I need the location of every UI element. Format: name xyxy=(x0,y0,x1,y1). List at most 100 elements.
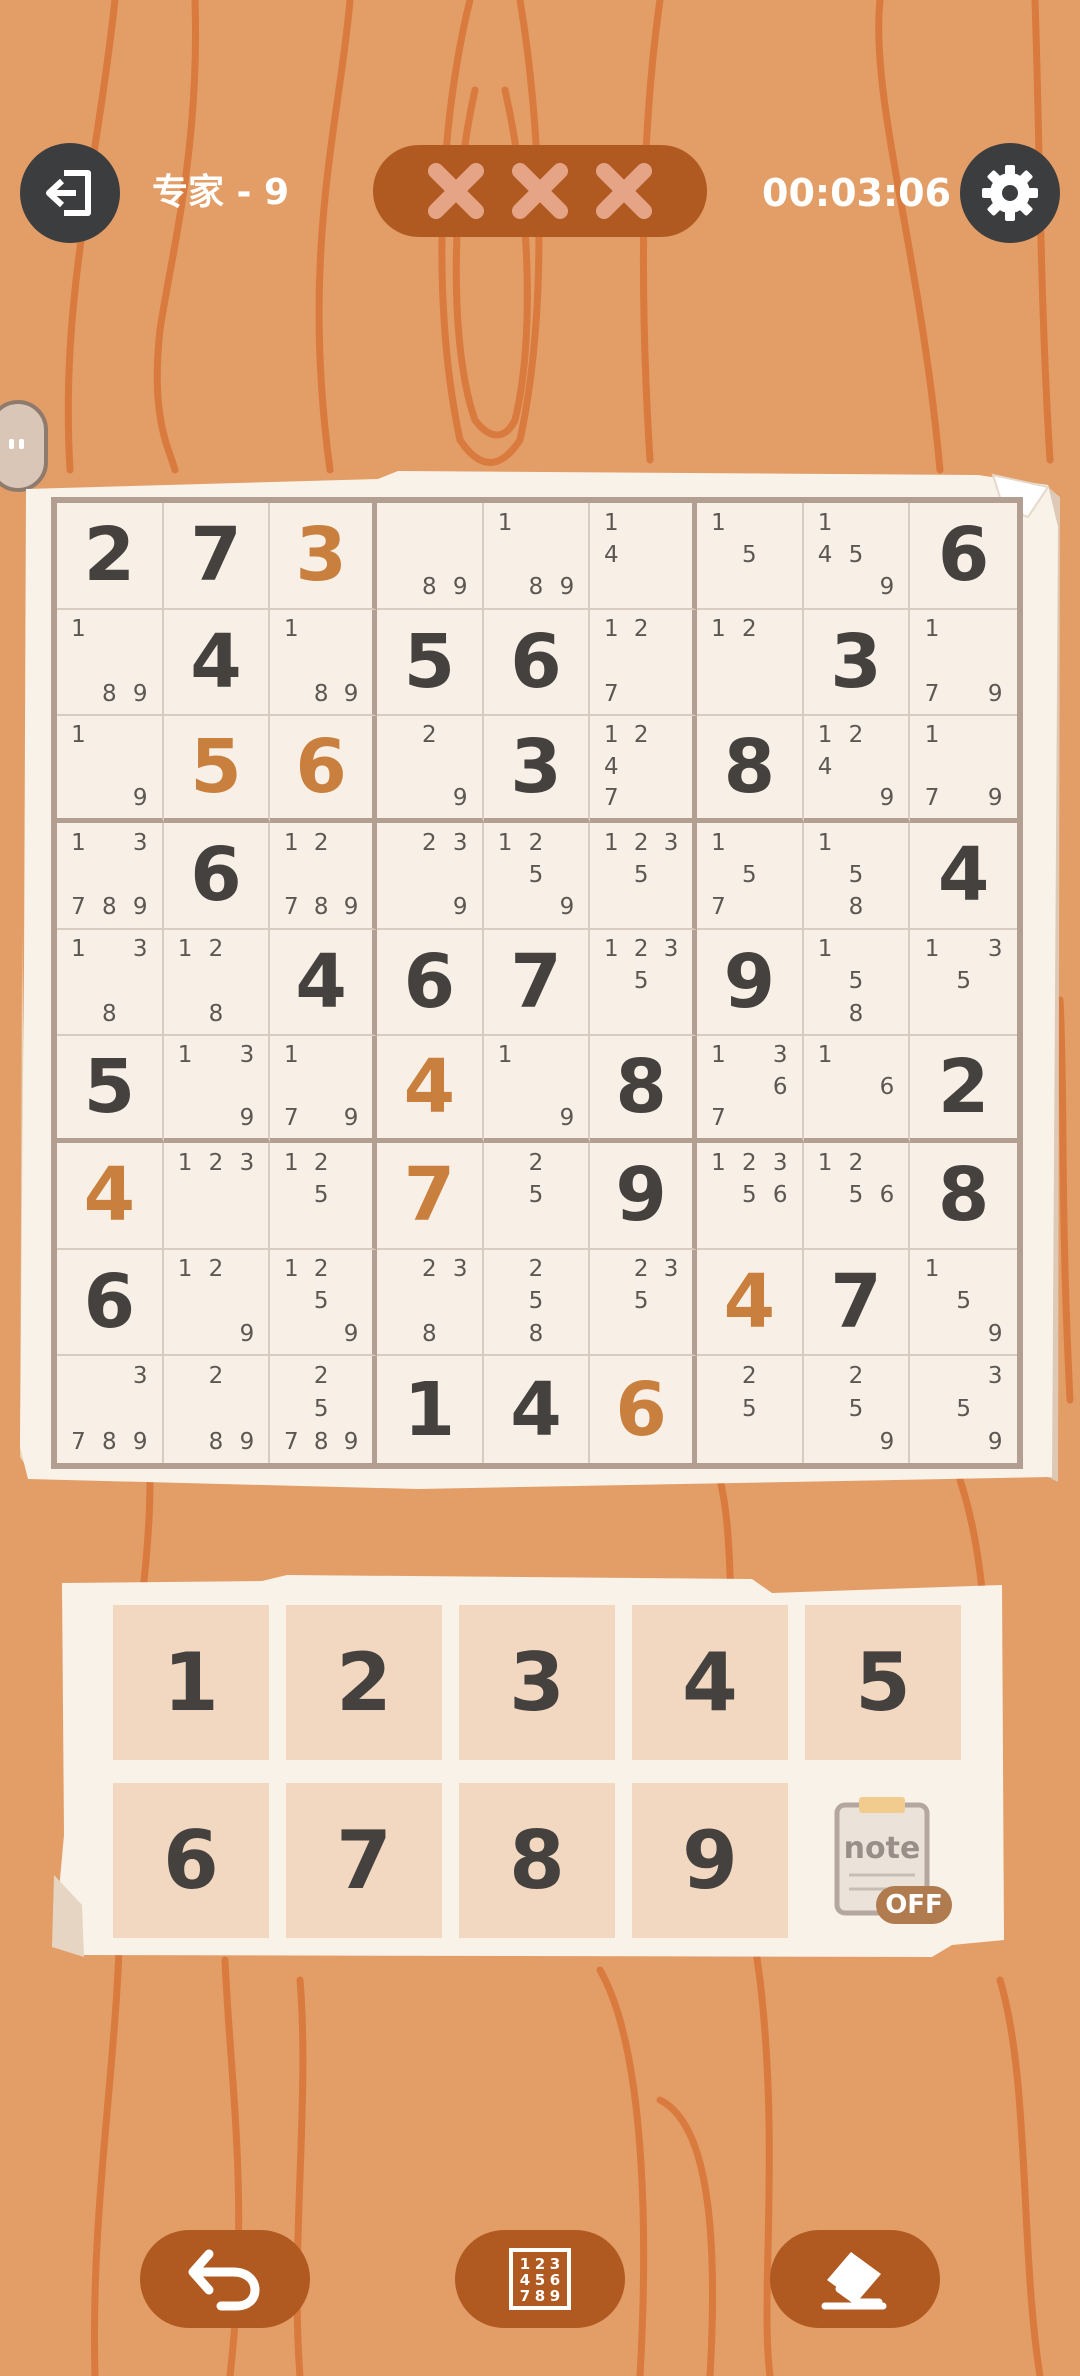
sudoku-cell[interactable]: 6 xyxy=(483,609,591,717)
digit-button-6[interactable]: 6 xyxy=(113,1783,269,1938)
sudoku-cell[interactable]: 2 xyxy=(57,503,164,610)
sudoku-cell[interactable]: 7 xyxy=(376,1142,484,1250)
sudoku-cell[interactable]: 4 xyxy=(57,1142,164,1250)
sudoku-cell[interactable]: 7 xyxy=(163,503,271,610)
sudoku-cell[interactable]: 12 56 xyxy=(803,1142,911,1250)
sudoku-cell[interactable]: 6 xyxy=(163,822,271,930)
sudoku-cell[interactable]: 29 xyxy=(376,716,484,823)
sudoku-cell[interactable]: 2 59 xyxy=(804,1356,911,1463)
sudoku-cell[interactable]: 23 8 xyxy=(376,1249,484,1357)
sudoku-cell[interactable]: 124 7 xyxy=(590,716,697,823)
sudoku-cell[interactable]: 5 xyxy=(376,609,484,717)
sudoku-cell[interactable]: 4 xyxy=(163,609,271,717)
note-digit xyxy=(948,934,980,966)
sudoku-cell[interactable]: 12 9 xyxy=(163,1249,271,1357)
sudoku-cell[interactable]: 8 xyxy=(696,716,804,823)
digit-button-2[interactable]: 2 xyxy=(286,1605,442,1760)
sudoku-cell[interactable]: 6 xyxy=(910,503,1017,610)
sudoku-cell[interactable]: 12356 xyxy=(696,1142,804,1250)
sudoku-cell[interactable]: 16 xyxy=(803,1036,911,1143)
sudoku-cell[interactable]: 3 xyxy=(803,609,911,717)
sudoku-cell[interactable]: 8 xyxy=(910,1143,1017,1250)
sudoku-cell[interactable]: 359 xyxy=(910,1356,1017,1463)
sudoku-cell[interactable]: 123 xyxy=(163,1142,271,1250)
sudoku-cell[interactable]: 6 xyxy=(376,929,484,1037)
sudoku-cell[interactable]: 25 xyxy=(697,1356,804,1463)
sudoku-cell[interactable]: 1 459 xyxy=(803,503,911,610)
sudoku-cell[interactable]: 2 xyxy=(910,1036,1017,1143)
sudoku-cell[interactable]: 235 xyxy=(590,1249,697,1357)
sudoku-cell[interactable]: 2 5 8 xyxy=(483,1249,591,1357)
sudoku-cell[interactable]: 4 xyxy=(484,1356,591,1463)
sudoku-cell[interactable]: 1 xyxy=(377,1356,484,1463)
digit-button-9[interactable]: 9 xyxy=(632,1783,788,1938)
undo-button[interactable] xyxy=(140,2230,310,2328)
sudoku-cell[interactable]: 1 3 8 xyxy=(57,929,164,1037)
sudoku-cell[interactable]: 6 xyxy=(57,1249,164,1357)
sudoku-cell[interactable]: 5 xyxy=(57,1036,164,1143)
exit-button[interactable] xyxy=(20,143,120,243)
sudoku-cell[interactable]: 2 89 xyxy=(164,1356,271,1463)
sudoku-cell[interactable]: 1 7 9 xyxy=(910,610,1017,717)
sudoku-cell[interactable]: 1235 xyxy=(590,822,697,930)
sudoku-cell[interactable]: 1 3 789 xyxy=(57,822,164,930)
sudoku-cell[interactable]: 7 xyxy=(803,1249,911,1357)
sudoku-cell[interactable]: 4 xyxy=(910,823,1017,930)
sudoku-cell[interactable]: 1 89 xyxy=(483,503,591,610)
sudoku-cell[interactable]: 14 xyxy=(590,503,697,610)
digit-button-1[interactable]: 1 xyxy=(113,1605,269,1760)
sudoku-cell[interactable]: 1 7 9 xyxy=(270,1036,377,1143)
note-digit xyxy=(276,1360,306,1393)
sudoku-cell[interactable]: 1 89 xyxy=(270,609,377,717)
sudoku-cell[interactable]: 12 5 xyxy=(270,1142,377,1250)
sudoku-cell[interactable]: 12 7 xyxy=(590,609,697,717)
sudoku-cell[interactable]: 6 xyxy=(270,716,377,823)
settings-button[interactable] xyxy=(960,143,1060,243)
sudoku-cell[interactable]: 3 xyxy=(270,503,377,610)
note-digit xyxy=(231,966,262,998)
sudoku-cell[interactable]: 4 xyxy=(696,1249,804,1357)
digit-button-5[interactable]: 5 xyxy=(805,1605,961,1760)
digit-button-7[interactable]: 7 xyxy=(286,1783,442,1938)
sudoku-cell[interactable]: 12 59 xyxy=(270,1249,377,1357)
sudoku-cell[interactable]: 25 xyxy=(483,1142,591,1250)
sudoku-cell[interactable]: 12 xyxy=(696,609,804,717)
note-digit xyxy=(596,859,626,891)
sudoku-cell[interactable]: 9 xyxy=(590,1142,697,1250)
sudoku-cell[interactable]: 6 xyxy=(590,1356,697,1463)
sudoku-cell[interactable]: 7 xyxy=(483,929,591,1037)
number-grid-button[interactable]: 123 456 789 xyxy=(455,2230,625,2328)
sudoku-cell[interactable]: 1 35 xyxy=(910,930,1017,1037)
sudoku-cell[interactable]: 1 89 xyxy=(57,609,164,717)
sudoku-cell[interactable]: 1235 xyxy=(590,929,697,1037)
sudoku-cell[interactable]: 12 789 xyxy=(270,822,377,930)
sudoku-cell[interactable]: 1 7 9 xyxy=(910,716,1017,823)
sudoku-cell[interactable]: 15 xyxy=(696,503,804,610)
sudoku-cell[interactable]: 4 xyxy=(376,1036,484,1143)
sudoku-cell[interactable]: 4 xyxy=(270,929,377,1037)
digit-button-3[interactable]: 3 xyxy=(459,1605,615,1760)
digit-button-8[interactable]: 8 xyxy=(459,1783,615,1938)
sudoku-cell[interactable]: 19 xyxy=(57,716,164,823)
sudoku-cell[interactable]: 157 xyxy=(696,822,804,930)
sudoku-cell[interactable]: 15 8 xyxy=(803,929,911,1037)
sudoku-cell[interactable]: 124 9 xyxy=(803,716,911,823)
sudoku-cell[interactable]: 2 5789 xyxy=(270,1356,377,1463)
sudoku-cell[interactable]: 89 xyxy=(376,503,484,610)
sudoku-cell[interactable]: 3 789 xyxy=(57,1356,164,1463)
sudoku-cell[interactable]: 12 8 xyxy=(163,929,271,1037)
erase-button[interactable] xyxy=(770,2230,940,2328)
sudoku-cell[interactable]: 12 59 xyxy=(483,822,591,930)
sudoku-cell[interactable]: 1 3 6 7 xyxy=(696,1036,804,1143)
sudoku-cell[interactable]: 3 xyxy=(483,716,591,823)
sudoku-cell[interactable]: 159 xyxy=(910,1250,1017,1357)
sudoku-cell[interactable]: 9 xyxy=(696,929,804,1037)
sudoku-cell[interactable]: 5 xyxy=(163,716,271,823)
sudoku-cell[interactable]: 8 xyxy=(590,1036,697,1143)
sudoku-cell[interactable]: 15 8 xyxy=(803,822,911,930)
sudoku-cell[interactable]: 19 xyxy=(483,1036,591,1143)
sudoku-cell[interactable]: 1 3 9 xyxy=(163,1036,271,1143)
digit-button-4[interactable]: 4 xyxy=(632,1605,788,1760)
sudoku-cell[interactable]: 23 9 xyxy=(376,822,484,930)
sudoku-grid[interactable]: 2738918914151459618941895612712317919562… xyxy=(51,497,1023,1469)
